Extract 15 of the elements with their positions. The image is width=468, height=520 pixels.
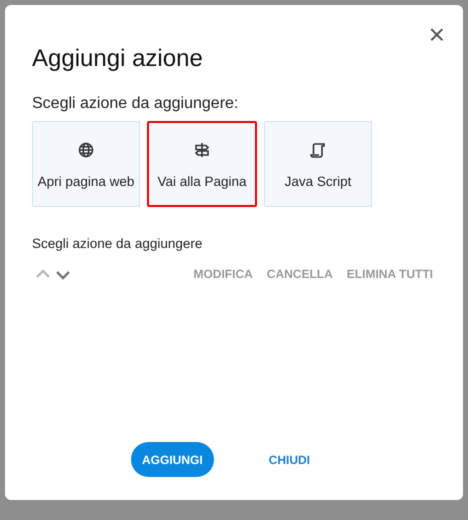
prompt-label: Scegli azione da aggiungere: [32,95,240,113]
dialog-title: Aggiungi azione [32,45,204,73]
globe-icon [78,142,94,158]
list-action-button[interactable]: ELIMINA TUTTI [346,267,433,281]
close-button[interactable]: × [428,23,445,47]
action-card[interactable]: Java Script [264,121,372,207]
scroll-icon [310,142,326,158]
close-text-button[interactable]: CHIUDI [242,442,337,477]
signpost-icon [194,142,210,158]
list-action-button[interactable]: MODIFICA [193,267,253,281]
action-card[interactable]: Apri pagina web [32,121,140,207]
add-button[interactable]: AGGIUNGI [130,442,214,477]
list-label: Scegli azione da aggiungere [32,236,204,251]
action-card[interactable]: Vai alla Pagina [147,121,257,207]
list-action-button[interactable]: CANCELLA [266,267,333,281]
